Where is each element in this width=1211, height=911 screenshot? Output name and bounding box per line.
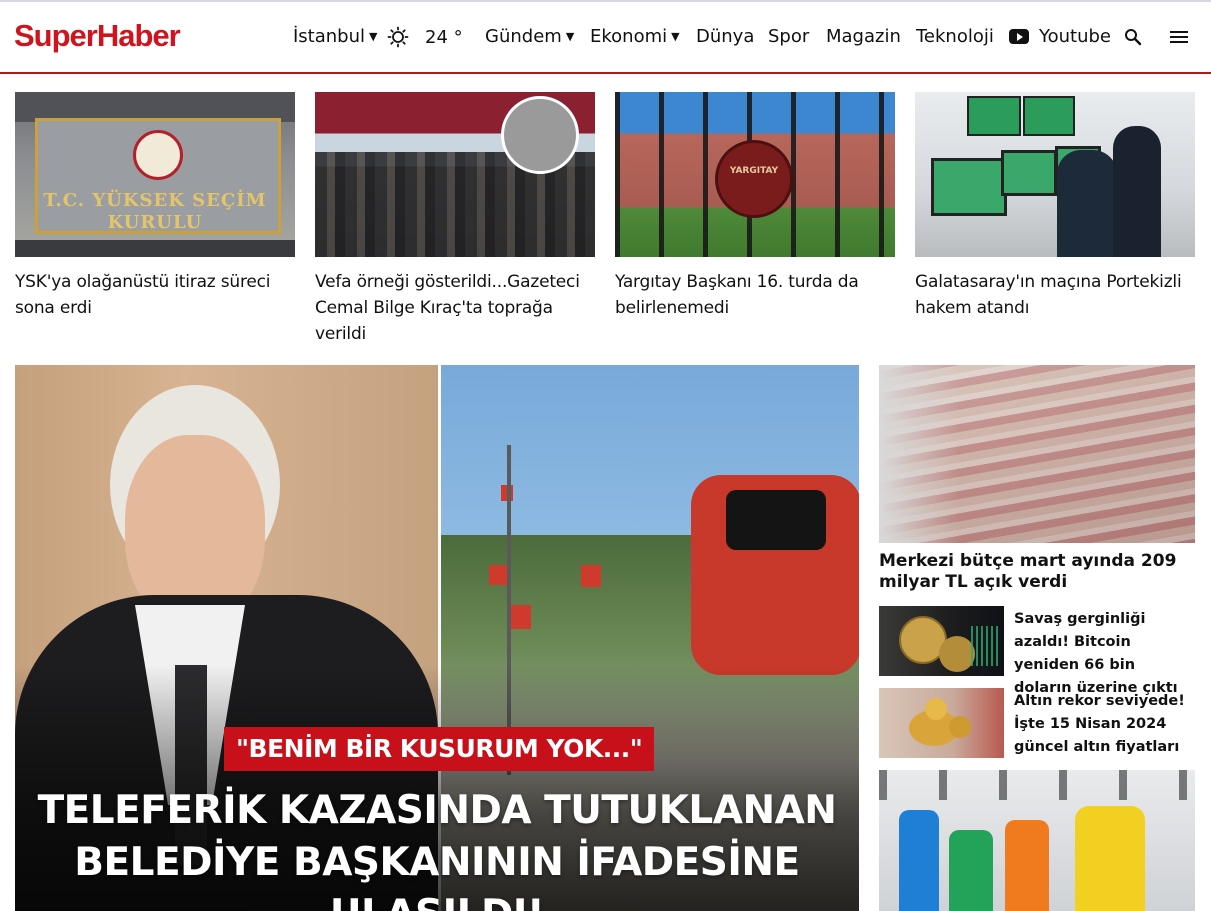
hero-title[interactable]: TELEFERİK KAZASINDA TUTUKLANAN BELEDİYE … bbox=[15, 785, 859, 911]
news-title[interactable]: YSK'ya olağanüstü itiraz süreci sona erd… bbox=[15, 269, 295, 321]
nav-ekonomi-label: Ekonomi bbox=[590, 26, 668, 47]
nav-dunya[interactable]: Dünya bbox=[696, 26, 754, 47]
news-title[interactable]: Vefa örneği gösterildi...Gazeteci Cemal … bbox=[315, 269, 595, 347]
sidebar-news-title[interactable]: Altın rekor seviyede! İşte 15 Nisan 2024… bbox=[1014, 690, 1195, 759]
sidebar-main-title[interactable]: Merkezi bütçe mart ayında 209 milyar TL … bbox=[879, 551, 1195, 593]
news-image-var-room[interactable] bbox=[915, 92, 1195, 257]
search-button[interactable] bbox=[1124, 28, 1142, 46]
nav-youtube-label: Youtube bbox=[1039, 26, 1111, 47]
nav-gundem[interactable]: Gündem ▼ bbox=[485, 26, 574, 47]
news-card[interactable]: T.C. YÜKSEK SEÇİM KURULU YSK'ya olağanüs… bbox=[15, 92, 295, 321]
nav-spor[interactable]: Spor bbox=[768, 26, 809, 47]
site-header: SuperHaber İstanbul ▼ 24 ° Gündem ▼ Ekon… bbox=[0, 2, 1211, 74]
site-logo[interactable]: SuperHaber bbox=[14, 18, 181, 54]
news-card[interactable]: Vefa örneği gösterildi...Gazeteci Cemal … bbox=[315, 92, 595, 347]
news-card[interactable]: YARGITAY Yargıtay Başkanı 16. turda da b… bbox=[615, 92, 895, 321]
sidebar-news-item[interactable]: Altın rekor seviyede! İşte 15 Nisan 2024… bbox=[879, 688, 1195, 758]
menu-button[interactable] bbox=[1170, 30, 1188, 44]
news-image-yargitay[interactable]: YARGITAY bbox=[615, 92, 895, 257]
city-label: İstanbul bbox=[293, 26, 366, 47]
nav-ekonomi[interactable]: Ekonomi ▼ bbox=[590, 26, 680, 47]
nav-magazin[interactable]: Magazin bbox=[826, 26, 901, 47]
news-title[interactable]: Yargıtay Başkanı 16. turda da belirlenem… bbox=[615, 269, 895, 321]
sun-icon bbox=[387, 26, 409, 48]
sidebar-news-item[interactable]: Savaş gerginliği azaldı! Bitcoin yeniden… bbox=[879, 606, 1195, 696]
hero-news[interactable]: "BENİM BİR KUSURUM YOK..." TELEFERİK KAZ… bbox=[15, 365, 859, 911]
chevron-down-icon: ▼ bbox=[671, 30, 680, 43]
hamburger-menu-icon bbox=[1170, 31, 1188, 43]
chevron-down-icon: ▼ bbox=[565, 30, 575, 43]
hero-tag: "BENİM BİR KUSURUM YOK..." bbox=[224, 727, 655, 771]
nav-youtube[interactable]: Youtube bbox=[1009, 26, 1111, 47]
fuel-pumps-image[interactable] bbox=[879, 770, 1195, 911]
weather-widget: 24 ° bbox=[387, 26, 463, 48]
ysk-sign-text: T.C. YÜKSEK SEÇİM KURULU bbox=[43, 190, 267, 233]
chevron-down-icon: ▼ bbox=[369, 30, 378, 43]
nav-teknoloji[interactable]: Teknoloji bbox=[916, 26, 994, 47]
nav-gundem-label: Gündem bbox=[485, 26, 562, 47]
temperature: 24 ° bbox=[425, 26, 463, 48]
news-title[interactable]: Galatasaray'ın maçına Portekizli hakem a… bbox=[915, 269, 1195, 321]
gold-coins-image bbox=[879, 688, 1004, 758]
city-selector[interactable]: İstanbul ▼ bbox=[293, 26, 378, 47]
news-image-ysk[interactable]: T.C. YÜKSEK SEÇİM KURULU bbox=[15, 92, 295, 257]
yargitay-seal-text: YARGITAY bbox=[729, 166, 779, 176]
bitcoin-image bbox=[879, 606, 1004, 676]
news-card[interactable]: Galatasaray'ın maçına Portekizli hakem a… bbox=[915, 92, 1195, 321]
news-image-funeral[interactable] bbox=[315, 92, 595, 257]
youtube-icon bbox=[1009, 29, 1029, 44]
search-icon bbox=[1125, 29, 1142, 46]
sidebar-main-image[interactable] bbox=[879, 365, 1195, 543]
sidebar-news-title[interactable]: Savaş gerginliği azaldı! Bitcoin yeniden… bbox=[1014, 608, 1195, 700]
